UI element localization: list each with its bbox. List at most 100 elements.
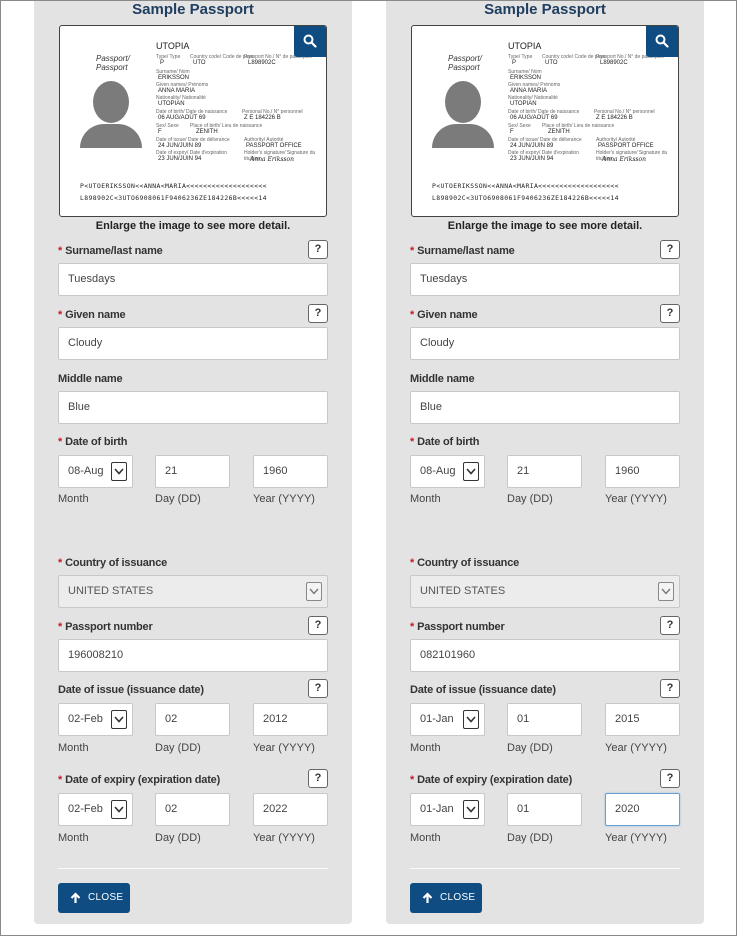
dob-month-value: 08-Aug <box>68 465 104 477</box>
expiry-month-value: 02-Feb <box>68 803 103 815</box>
issue-day-caption: Day (DD) <box>507 742 553 754</box>
footer-divider <box>410 868 680 869</box>
passport-personal: Z E 184226 B <box>244 115 281 121</box>
given-name-input[interactable]: Cloudy <box>410 327 680 360</box>
country-label: * Country of issuance <box>58 557 168 569</box>
expiry-month-caption: Month <box>410 832 441 844</box>
issue-year-input[interactable]: 2015 <box>605 703 680 736</box>
given-name-help-button[interactable]: ? <box>660 304 680 323</box>
passport-number: L898902C <box>248 60 276 66</box>
given-name-input[interactable]: Cloudy <box>58 327 328 360</box>
issue-month-select[interactable]: 02-Feb <box>58 703 133 736</box>
person-silhouette-icon <box>93 81 129 123</box>
chevron-down-icon <box>463 800 479 819</box>
sample-passport-panel-right: Sample Passport Passport/Passport UTOPIA… <box>386 0 704 924</box>
dob-day-input[interactable]: 21 <box>155 455 230 488</box>
panel-title: Sample Passport <box>484 1 606 18</box>
passport-issue: 24 JUN/JUIN 89 <box>158 143 202 149</box>
passport-nationality: UTOPIAN <box>158 101 185 107</box>
dob-month-select[interactable]: 08-Aug <box>58 455 133 488</box>
enlarge-image-button[interactable] <box>646 26 678 57</box>
expiry-date-label: * Date of expiry (expiration date) <box>410 774 573 786</box>
passport-number-label: * Passport number <box>410 621 505 633</box>
expiry-year-caption: Year (YYYY) <box>605 832 667 844</box>
passport-dob: 06 AUG/AOÛT 69 <box>158 115 206 121</box>
issue-day-input[interactable]: 02 <box>155 703 230 736</box>
passport-nationality: UTOPIAN <box>510 101 537 107</box>
chevron-down-icon <box>463 462 479 481</box>
footer-divider <box>58 868 328 869</box>
person-silhouette-body <box>80 124 142 148</box>
sample-passport-panel-left: Sample Passport Passport/Passport UTOPIA… <box>34 0 352 924</box>
middle-name-input[interactable]: Blue <box>410 391 680 424</box>
surname-input[interactable]: Tuesdays <box>58 263 328 296</box>
dob-day-caption: Day (DD) <box>155 493 201 505</box>
country-select[interactable]: UNITED STATES <box>410 575 680 608</box>
chevron-down-icon <box>111 800 127 819</box>
passport-code: UTO <box>193 60 206 66</box>
issue-date-help-button[interactable]: ? <box>660 679 680 698</box>
given-name-label: * Given name <box>410 309 478 321</box>
country-value: UNITED STATES <box>68 585 154 597</box>
middle-name-label: Middle name <box>410 373 475 385</box>
passport-number-input[interactable]: 082101960 <box>410 639 680 672</box>
expiry-year-input[interactable]: 2020 <box>605 793 680 826</box>
close-button[interactable]: CLOSE <box>58 883 130 913</box>
expiry-date-help-button[interactable]: ? <box>308 769 328 788</box>
middle-name-label: Middle name <box>58 373 123 385</box>
passport-number-label: * Passport number <box>58 621 153 633</box>
passport-issue: 24 JUN/JUIN 89 <box>510 143 554 149</box>
dob-year-input[interactable]: 1960 <box>253 455 328 488</box>
sample-passport-image[interactable]: Passport/Passport UTOPIA Type/ Type Coun… <box>59 25 327 217</box>
issue-month-select[interactable]: 01-Jan <box>410 703 485 736</box>
expiry-day-caption: Day (DD) <box>155 832 201 844</box>
passport-given: ANNA MARIA <box>158 88 196 94</box>
panel-title: Sample Passport <box>132 1 254 18</box>
dob-year-caption: Year (YYYY) <box>605 493 667 505</box>
passport-code: UTO <box>545 60 558 66</box>
expiry-date-label: * Date of expiry (expiration date) <box>58 774 221 786</box>
dob-label: * Date of birth <box>410 436 480 448</box>
passport-mrz-line-2: L898902C<3UTO6908061F9406236ZE184226B<<<… <box>80 194 267 202</box>
issue-date-help-button[interactable]: ? <box>308 679 328 698</box>
enlarge-hint: Enlarge the image to see more detail. <box>95 220 291 232</box>
issue-year-input[interactable]: 2012 <box>253 703 328 736</box>
passport-number-input[interactable]: 196008210 <box>58 639 328 672</box>
close-button[interactable]: CLOSE <box>410 883 482 913</box>
issue-year-caption: Year (YYYY) <box>605 742 667 754</box>
dob-month-select[interactable]: 08-Aug <box>410 455 485 488</box>
passport-signature: Anna Eriksson <box>250 156 294 163</box>
dob-day-input[interactable]: 21 <box>507 455 582 488</box>
passport-sex: F <box>158 129 162 135</box>
surname-help-button[interactable]: ? <box>660 240 680 259</box>
passport-sex: F <box>510 129 514 135</box>
country-select[interactable]: UNITED STATES <box>58 575 328 608</box>
passport-number-help-button[interactable]: ? <box>308 616 328 635</box>
issue-day-input[interactable]: 01 <box>507 703 582 736</box>
issue-date-label: Date of issue (issuance date) <box>58 684 204 696</box>
expiry-day-input[interactable]: 02 <box>155 793 230 826</box>
passport-mrz-line-2: L898902C<3UTO6908061F9406236ZE184226B<<<… <box>432 194 619 202</box>
passport-number-help-button[interactable]: ? <box>660 616 680 635</box>
surname-help-button[interactable]: ? <box>308 240 328 259</box>
enlarge-image-button[interactable] <box>294 26 326 57</box>
given-name-label: * Given name <box>58 309 126 321</box>
expiry-month-select[interactable]: 02-Feb <box>58 793 133 826</box>
close-button-label: CLOSE <box>88 892 124 903</box>
passport-authority: PASSPORT OFFICE <box>246 143 302 149</box>
issue-date-label: Date of issue (issuance date) <box>410 684 556 696</box>
search-icon <box>303 34 317 48</box>
expiry-day-input[interactable]: 01 <box>507 793 582 826</box>
surname-input[interactable]: Tuesdays <box>410 263 680 296</box>
issue-month-caption: Month <box>58 742 89 754</box>
sample-passport-image[interactable]: Passport/Passport UTOPIA Type/ Type Coun… <box>411 25 679 217</box>
person-silhouette-body <box>432 124 494 148</box>
given-name-help-button[interactable]: ? <box>308 304 328 323</box>
middle-name-input[interactable]: Blue <box>58 391 328 424</box>
dob-year-input[interactable]: 1960 <box>605 455 680 488</box>
passport-label: Passport/Passport <box>96 54 130 72</box>
expiry-month-select[interactable]: 01-Jan <box>410 793 485 826</box>
expiry-date-help-button[interactable]: ? <box>660 769 680 788</box>
expiry-year-input[interactable]: 2022 <box>253 793 328 826</box>
expiry-month-value: 01-Jan <box>420 803 454 815</box>
